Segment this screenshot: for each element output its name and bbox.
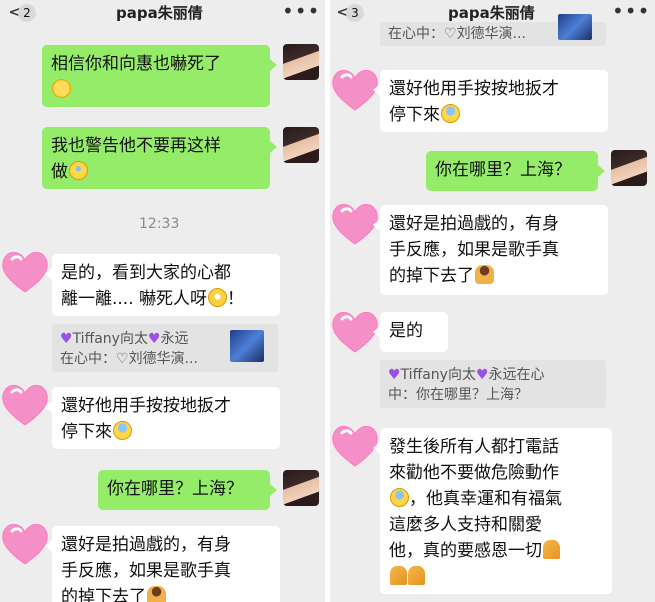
quoted-message[interactable]: 在心中：♡刘德华演... (380, 14, 606, 46)
quote-text: 中：你在哪里？上海？ (388, 387, 528, 403)
heart-avatar-icon[interactable] (0, 248, 50, 294)
anxious-face-emoji (441, 104, 460, 123)
message-bubble-received[interactable]: 還好是拍過戲的，有身 手反應，如果是歌手真 的掉下去了 (45, 526, 280, 602)
chat-title: papa朱丽倩 (448, 4, 535, 22)
message-text: 來勸他不要做危險動作 (389, 463, 559, 483)
anxious-face-emoji (113, 421, 132, 440)
heart-avatar-icon[interactable] (0, 520, 50, 566)
video-thumbnail (230, 330, 264, 362)
message-bubble-sent[interactable]: 相信你和向惠也嚇死了 (42, 45, 277, 107)
message-text: 的掉下去了 (61, 587, 146, 602)
message-bubble-sent[interactable]: 你在哪里？上海？ (426, 151, 605, 191)
message-text: 他，真的要感恩一切 (389, 541, 542, 561)
chat-header: < 2 papa朱丽倩 ••• (0, 0, 325, 28)
message-bubble-received[interactable]: 還好是拍過戲的，有身 手反應，如果是歌手真 的掉下去了 (373, 205, 608, 295)
quote-text: 在心中： (388, 26, 444, 42)
avatar[interactable] (283, 44, 319, 80)
avatar[interactable] (283, 470, 319, 506)
purple-heart-emoji: ♥ (147, 331, 161, 347)
message-bubble-received[interactable]: 是的，看到大家的心都 離一離.... 嚇死人呀 ！ (45, 254, 280, 316)
message-text: 還好是拍過戲的，有身 (389, 214, 559, 234)
message-text: 還好他用手按按地扳才 (61, 396, 231, 416)
message-text: 手反應，如果是歌手真 (389, 240, 559, 260)
message-text: 是的，看到大家的心都 (61, 263, 231, 283)
more-dots-icon[interactable]: ••• (282, 0, 320, 23)
message-text: 你在哪里？上海？ (435, 160, 571, 180)
message-text: ！ (227, 289, 245, 309)
message-text: 這麼多人支持和關愛 (389, 515, 542, 535)
infinity-icon: ♡ (116, 351, 129, 367)
quote-text: 永远 (160, 331, 189, 347)
quoted-message[interactable]: ♥Tiffany向太♥永远在心 中：你在哪里？上海？ (380, 360, 606, 408)
praying-hands-emoji (390, 566, 407, 585)
message-bubble-sent[interactable]: 你在哪里？上海？ (98, 470, 277, 510)
message-bubble-sent[interactable]: 我也警告他不要再这样 做 (42, 127, 277, 189)
infinity-icon: ♡ (444, 26, 457, 42)
message-text: 做 (51, 162, 68, 182)
message-text: 離一離.... 嚇死人呀 (61, 289, 208, 309)
timestamp: 12:33 (139, 216, 180, 232)
screaming-face-emoji (208, 288, 228, 307)
unread-badge: 3 (346, 4, 364, 22)
message-text: 的掉下去了 (389, 266, 474, 286)
quote-text: Tiffany向太 (400, 367, 476, 383)
dizzy-face-emoji (52, 79, 71, 98)
message-text: 停下來 (389, 105, 440, 125)
message-text: 停下來 (61, 422, 112, 442)
chat-panel-left: < 2 papa朱丽倩 ••• 相信你和向惠也嚇死了 我也警告他不要再这样 做 … (0, 0, 325, 602)
praying-hands-emoji (408, 566, 425, 585)
quote-text: 永远在心 (488, 367, 545, 383)
person-gesture-emoji (147, 586, 166, 602)
message-text: 手反應，如果是歌手真 (61, 561, 231, 581)
message-bubble-received[interactable]: 發生後所有人都打電話 來勸他不要做危險動作 ，他真幸運和有福氣 這麼多人支持和關… (373, 428, 612, 594)
quote-text: Tiffany向太 (72, 331, 148, 347)
crying-face-emoji (69, 161, 88, 180)
praying-hands-emoji (543, 540, 560, 559)
message-text: 我也警告他不要再这样 (51, 136, 221, 156)
video-thumbnail (558, 14, 592, 40)
unread-badge: 2 (18, 4, 36, 22)
chat-title: papa朱丽倩 (116, 4, 203, 22)
message-text: 發生後所有人都打電話 (389, 437, 559, 457)
message-text: 是的 (389, 321, 423, 341)
screenshot-collage: < 2 papa朱丽倩 ••• 相信你和向惠也嚇死了 我也警告他不要再这样 做 … (0, 0, 655, 602)
heart-avatar-icon[interactable] (0, 381, 50, 427)
quote-text: 刘德华演... (456, 26, 526, 42)
purple-heart-emoji: ♥ (475, 367, 489, 383)
anxious-face-emoji (390, 488, 409, 507)
purple-heart-emoji: ♥ (60, 331, 73, 347)
chat-panel-right: < 3 papa朱丽倩 ••• 在心中：♡刘德华演... 還好他用手按按地扳才 … (330, 0, 655, 602)
message-bubble-received[interactable]: 是的 (373, 312, 448, 352)
message-bubble-received[interactable]: 還好他用手按按地扳才 停下來 (45, 387, 280, 449)
avatar[interactable] (611, 150, 647, 186)
message-bubble-received[interactable]: 還好他用手按按地扳才 停下來 (373, 70, 608, 132)
message-text: 還好他用手按按地扳才 (389, 79, 559, 99)
quoted-message[interactable]: ♥Tiffany向太♥永远 在心中：♡刘德华演... (52, 324, 278, 372)
message-text: 你在哪里？上海？ (107, 479, 243, 499)
more-dots-icon[interactable]: ••• (612, 0, 650, 23)
quote-text: 刘德华演... (128, 351, 198, 367)
message-text: 還好是拍過戲的，有身 (61, 535, 231, 555)
person-gesture-emoji (475, 265, 494, 284)
message-text: 相信你和向惠也嚇死了 (51, 54, 221, 74)
avatar[interactable] (283, 127, 319, 163)
message-text: ，他真幸運和有福氣 (409, 489, 562, 509)
purple-heart-emoji: ♥ (388, 367, 401, 383)
quote-text: 在心中： (60, 351, 116, 367)
